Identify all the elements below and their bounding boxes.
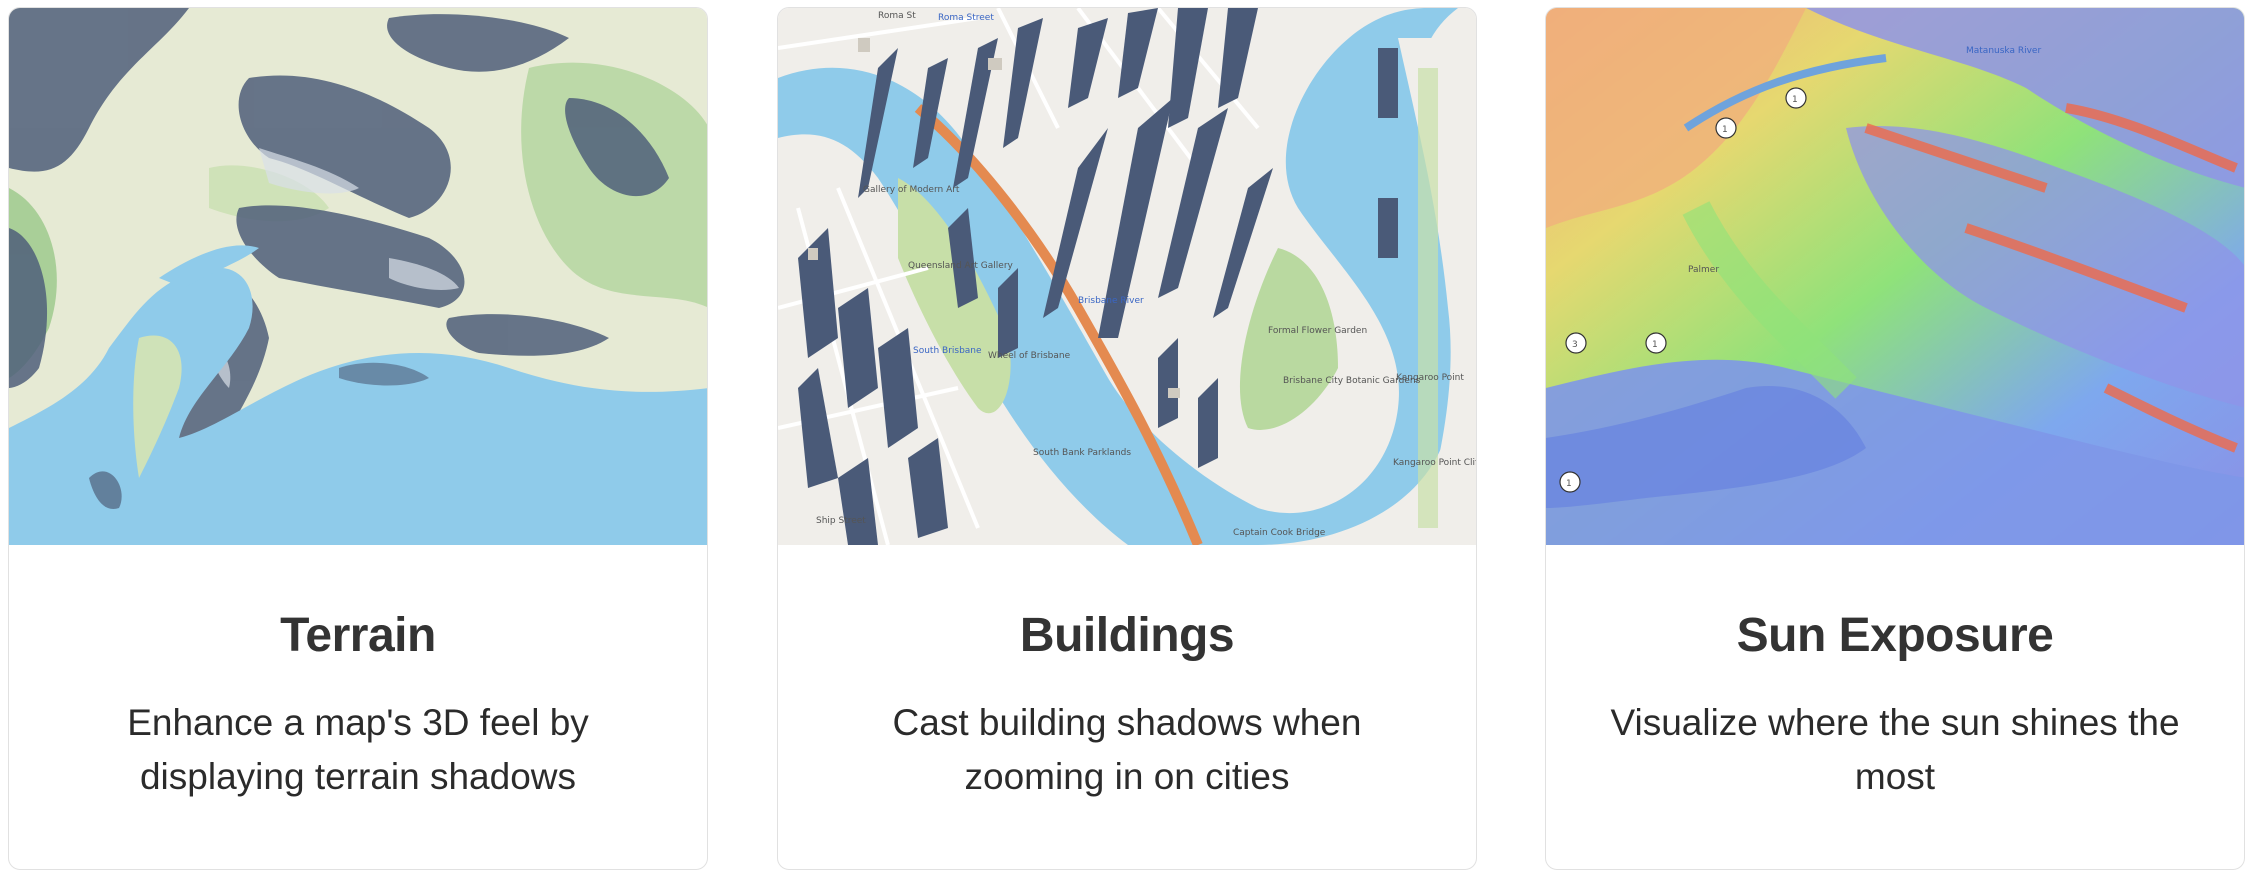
map-label: Brisbane River	[1078, 296, 1144, 306]
map-label: Queensland Art Gallery	[908, 261, 1014, 271]
map-route-marker: 3	[1572, 340, 1578, 350]
map-label: Palmer	[1688, 265, 1719, 275]
sun-exposure-map-image: 1 1 1 1 3 Palmer Matanuska River	[1546, 8, 2244, 545]
map-label: South Bank Parklands	[1033, 448, 1131, 458]
feature-card-buildings[interactable]: Roma St Roma Street Gallery of Modern Ar…	[777, 7, 1477, 870]
map-label: Matanuska River	[1966, 46, 2041, 56]
map-label: Formal Flower Garden	[1268, 326, 1367, 336]
map-route-marker: 1	[1722, 125, 1728, 135]
map-route-marker: 1	[1792, 95, 1798, 105]
map-route-marker: 1	[1566, 479, 1572, 489]
card-title: Buildings	[1019, 609, 1235, 662]
map-label: Wheel of Brisbane	[988, 351, 1071, 361]
map-label: Gallery of Modern Art	[863, 185, 960, 195]
map-label: Kangaroo Point Cliffs	[1393, 458, 1477, 468]
map-label: Roma Street	[938, 13, 994, 23]
terrain-map-image	[9, 8, 707, 545]
map-label: Ship Street	[816, 516, 866, 526]
card-description: Cast building shadows when zooming in on…	[892, 702, 1362, 797]
card-title: Sun Exposure	[1736, 609, 2054, 662]
map-label: South Brisbane	[913, 346, 982, 356]
card-description: Visualize where the sun shines the most	[1610, 702, 2180, 797]
map-label: Roma St	[878, 11, 916, 21]
map-label: Kangaroo Point	[1396, 373, 1464, 383]
buildings-map-image: Roma St Roma Street Gallery of Modern Ar…	[778, 8, 1477, 545]
card-description: Enhance a map's 3D feel by displaying te…	[127, 702, 589, 797]
feature-card-sun-exposure[interactable]: 1 1 1 1 3 Palmer Matanuska River Sun Exp…	[1545, 7, 2245, 870]
card-title: Terrain	[280, 609, 436, 662]
feature-card-terrain[interactable]: Terrain Enhance a map's 3D feel by displ…	[8, 7, 708, 870]
map-label: Captain Cook Bridge	[1233, 528, 1326, 538]
map-route-marker: 1	[1652, 340, 1658, 350]
